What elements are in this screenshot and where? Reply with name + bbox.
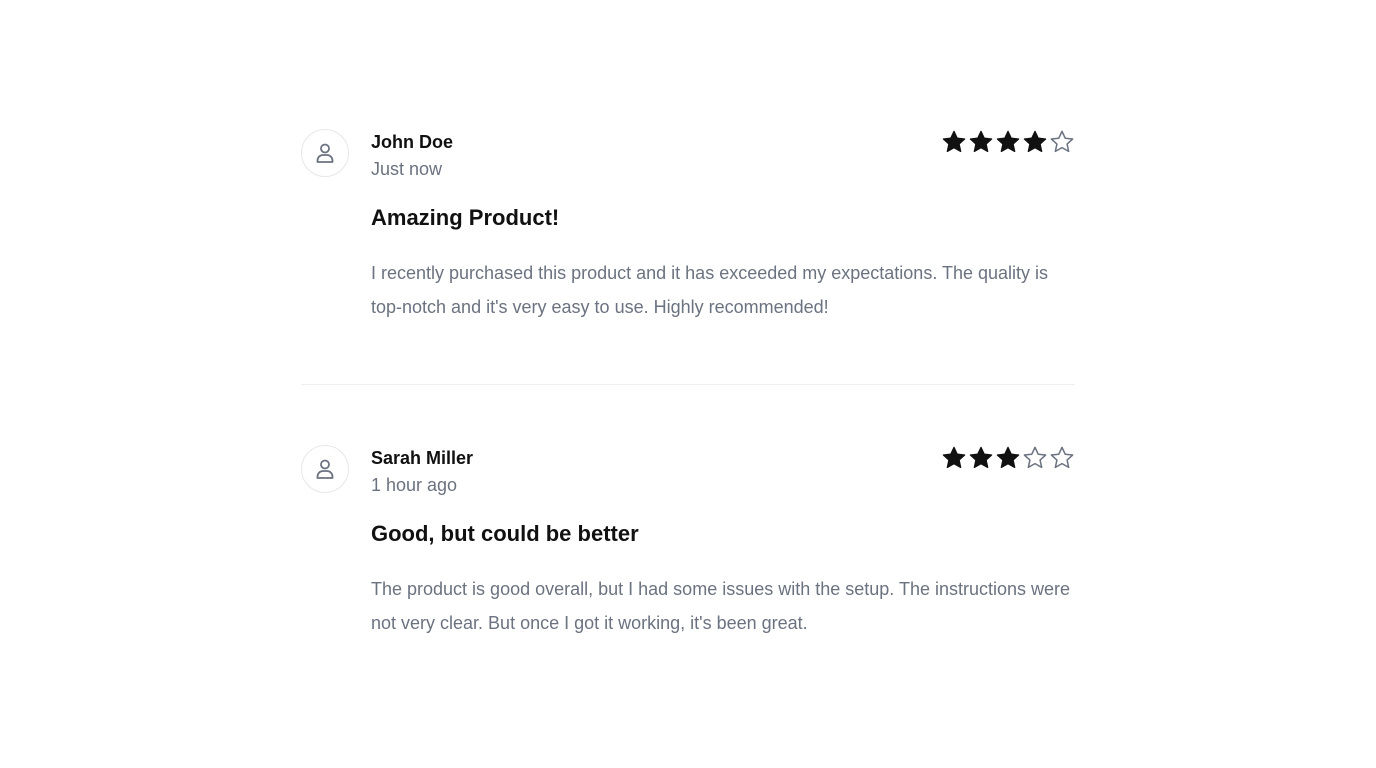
user-icon: [316, 143, 334, 163]
user-icon: [316, 459, 334, 479]
review-body: The product is good overall, but I had s…: [371, 579, 1071, 633]
reviewer-name: Sarah Miller: [371, 448, 474, 468]
star-filled-icon: [942, 130, 966, 153]
review-body: I recently purchased this product and it…: [371, 263, 1049, 317]
review-divider: [301, 384, 1075, 385]
star-filled-icon: [996, 130, 1020, 153]
star-filled-icon: [1023, 130, 1047, 153]
star-filled-icon: [942, 446, 966, 469]
star-filled-icon: [996, 446, 1020, 469]
avatar: [301, 445, 349, 493]
review-title: Good, but could be better: [371, 521, 639, 546]
star-outline-icon: [1050, 446, 1074, 469]
star-outline-icon: [1023, 446, 1047, 469]
star-outline-icon: [1050, 130, 1074, 153]
star-rating: [941, 445, 1075, 471]
star-rating: [941, 129, 1075, 155]
review-timestamp: Just now: [371, 159, 443, 179]
review-timestamp: 1 hour ago: [371, 475, 458, 495]
star-filled-icon: [969, 446, 993, 469]
star-filled-icon: [969, 130, 993, 153]
review-title: Amazing Product!: [371, 205, 560, 230]
avatar: [301, 129, 349, 177]
reviewer-name: John Doe: [371, 132, 454, 152]
